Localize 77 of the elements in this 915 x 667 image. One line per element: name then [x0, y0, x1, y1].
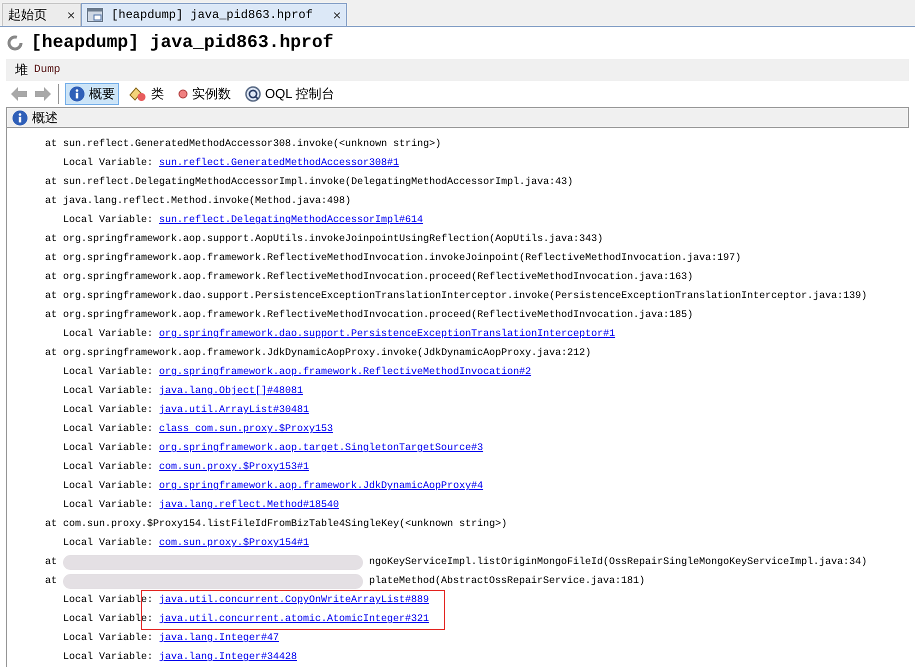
local-variable-label: Local Variable: — [63, 442, 154, 456]
local-variable-label: Local Variable: — [63, 632, 154, 646]
stack-frame-keyword: at — [45, 309, 58, 323]
loading-spinner-icon — [7, 35, 23, 51]
local-variable-label: Local Variable: — [63, 366, 154, 380]
section-title: 概述 — [32, 108, 58, 127]
stack-frame: org.springframework.aop.framework.JdkDynamicAopProxy.invoke(JdkDynamicAopProxy.java:212) — [63, 346, 592, 361]
stack-frame-keyword: at — [45, 138, 58, 152]
document-tab[interactable]: 起始页 × — [2, 3, 82, 26]
stack-frame: sun.reflect.GeneratedMethodAccessor308.invoke(<unknown string>) — [63, 137, 442, 152]
breadcrumb-prefix: 堆 — [15, 61, 28, 80]
back-arrow-icon[interactable] — [10, 86, 28, 102]
window-title: [heapdump] java_pid863.hprof — [31, 32, 334, 54]
stack-frame: org.springframework.dao.support.PersistenceExceptionTranslationInterceptor.invoke(PersistenceExceptionTranslationInterceptor.java:139) — [63, 289, 868, 304]
object-link[interactable]: org.springframework.aop.framework.ReflectiveMethodInvocation#2 — [159, 365, 532, 380]
object-link[interactable]: class com.sun.proxy.$Proxy153 — [159, 422, 334, 437]
object-link[interactable]: java.util.ArrayList#30481 — [159, 403, 310, 418]
stack-frame-keyword: at — [45, 556, 58, 570]
stack-frame: java.lang.reflect.Method.invoke(Method.java:498) — [63, 194, 352, 209]
info-icon — [69, 86, 85, 102]
object-link[interactable]: org.springframework.aop.target.SingletonTargetSource#3 — [159, 441, 484, 456]
stack-frame: org.springframework.aop.framework.ReflectiveMethodInvocation.invokeJoinpoint(ReflectiveMethodInvocation.java:197) — [63, 251, 742, 266]
stack-frame: org.springframework.aop.support.AopUtils.invokeJoinpointUsingReflection(AopUtils.java:343) — [63, 232, 604, 247]
breadcrumb-label: Dump — [34, 62, 60, 78]
stack-frame-keyword: at — [45, 271, 58, 285]
object-link[interactable]: java.util.concurrent.CopyOnWriteArrayList#889 — [159, 593, 430, 608]
object-link[interactable]: org.springframework.aop.framework.JdkDynamicAopProxy#4 — [159, 479, 484, 494]
object-link[interactable]: java.lang.reflect.Method#18540 — [159, 498, 340, 513]
stack-frame: com.sun.proxy.$Proxy154.listFileIdFromBizTable4SingleKey(<unknown string>) — [63, 517, 508, 532]
stack-frame-keyword: at — [45, 575, 58, 589]
stack-frame-keyword: at — [45, 252, 58, 266]
local-variable-label: Local Variable: — [63, 536, 154, 551]
local-variable-label: Local Variable: — [63, 460, 154, 475]
stack-frame: org.springframework.aop.framework.ReflectiveMethodInvocation.proceed(ReflectiveMethodInvocation.java:163) — [63, 270, 694, 285]
info-icon — [12, 110, 28, 126]
view-tab[interactable]: 实例数 — [174, 83, 235, 105]
object-link[interactable]: org.springframework.dao.support.PersistenceExceptionTranslationInterceptor#1 — [159, 327, 616, 342]
stack-frame: plateMethod(AbstractOssRepairService.java:181) — [369, 574, 646, 589]
stack-frame-keyword: at — [45, 347, 58, 361]
stack-frame-keyword: at — [45, 176, 58, 190]
local-variable-label: Local Variable: — [63, 404, 154, 418]
window-icon — [87, 8, 104, 22]
view-tab[interactable]: 类 — [125, 83, 168, 105]
view-tab[interactable]: 概要 — [65, 83, 119, 105]
local-variable-label: Local Variable: — [63, 328, 154, 342]
stack-frame-keyword: at — [45, 518, 58, 532]
tab-label: 起始页 — [8, 6, 47, 24]
close-button[interactable]: × — [67, 8, 76, 22]
local-variable-label: Local Variable: — [63, 480, 154, 494]
close-button[interactable]: × — [332, 8, 342, 22]
object-link[interactable]: com.sun.proxy.$Proxy153#1 — [159, 460, 310, 475]
stack-frame: org.springframework.aop.framework.ReflectiveMethodInvocation.proceed(ReflectiveMethodInvocation.java:185) — [63, 308, 694, 323]
local-variable-label: Local Variable: — [63, 214, 154, 228]
local-variable-label: Local Variable: — [63, 498, 154, 513]
console-icon — [245, 86, 261, 102]
object-link[interactable]: java.lang.Integer#47 — [159, 631, 280, 646]
local-variable-label: Local Variable: — [63, 384, 154, 399]
forward-arrow-icon[interactable] — [34, 86, 52, 102]
dot-icon — [178, 89, 188, 99]
tab-label: [heapdump] java_pid863.hprof — [111, 7, 313, 24]
object-link[interactable]: sun.reflect.DelegatingMethodAccessorImpl#614 — [159, 213, 424, 228]
shapes-icon — [129, 86, 147, 102]
object-link[interactable]: java.lang.Object[]#48081 — [159, 384, 304, 399]
stack-frame-keyword: at — [45, 195, 58, 209]
local-variable-label: Local Variable: — [63, 156, 154, 171]
object-link[interactable]: com.sun.proxy.$Proxy154#1 — [159, 536, 310, 551]
stack-frame-keyword: at — [45, 233, 58, 247]
view-tab[interactable]: OQL 控制台 — [241, 83, 339, 105]
object-link[interactable]: sun.reflect.GeneratedMethodAccessor308#1 — [159, 156, 400, 171]
object-link[interactable]: java.util.concurrent.atomic.AtomicInteger#321 — [159, 612, 430, 627]
object-link[interactable]: java.lang.Integer#34428 — [159, 650, 298, 665]
stack-frame: ngoKeyServiceImpl.listOriginMongoFileId(OssRepairSingleMongoKeyServiceImpl.java:34) — [369, 555, 868, 570]
stack-frame: sun.reflect.DelegatingMethodAccessorImpl.invoke(DelegatingMethodAccessorImpl.java:43) — [63, 175, 574, 190]
stack-frame-keyword: at — [45, 290, 58, 304]
document-tab[interactable]: [heapdump] java_pid863.hprof × — [81, 3, 348, 26]
local-variable-label: Local Variable: — [63, 422, 154, 437]
local-variable-label: Local Variable: — [63, 650, 154, 665]
